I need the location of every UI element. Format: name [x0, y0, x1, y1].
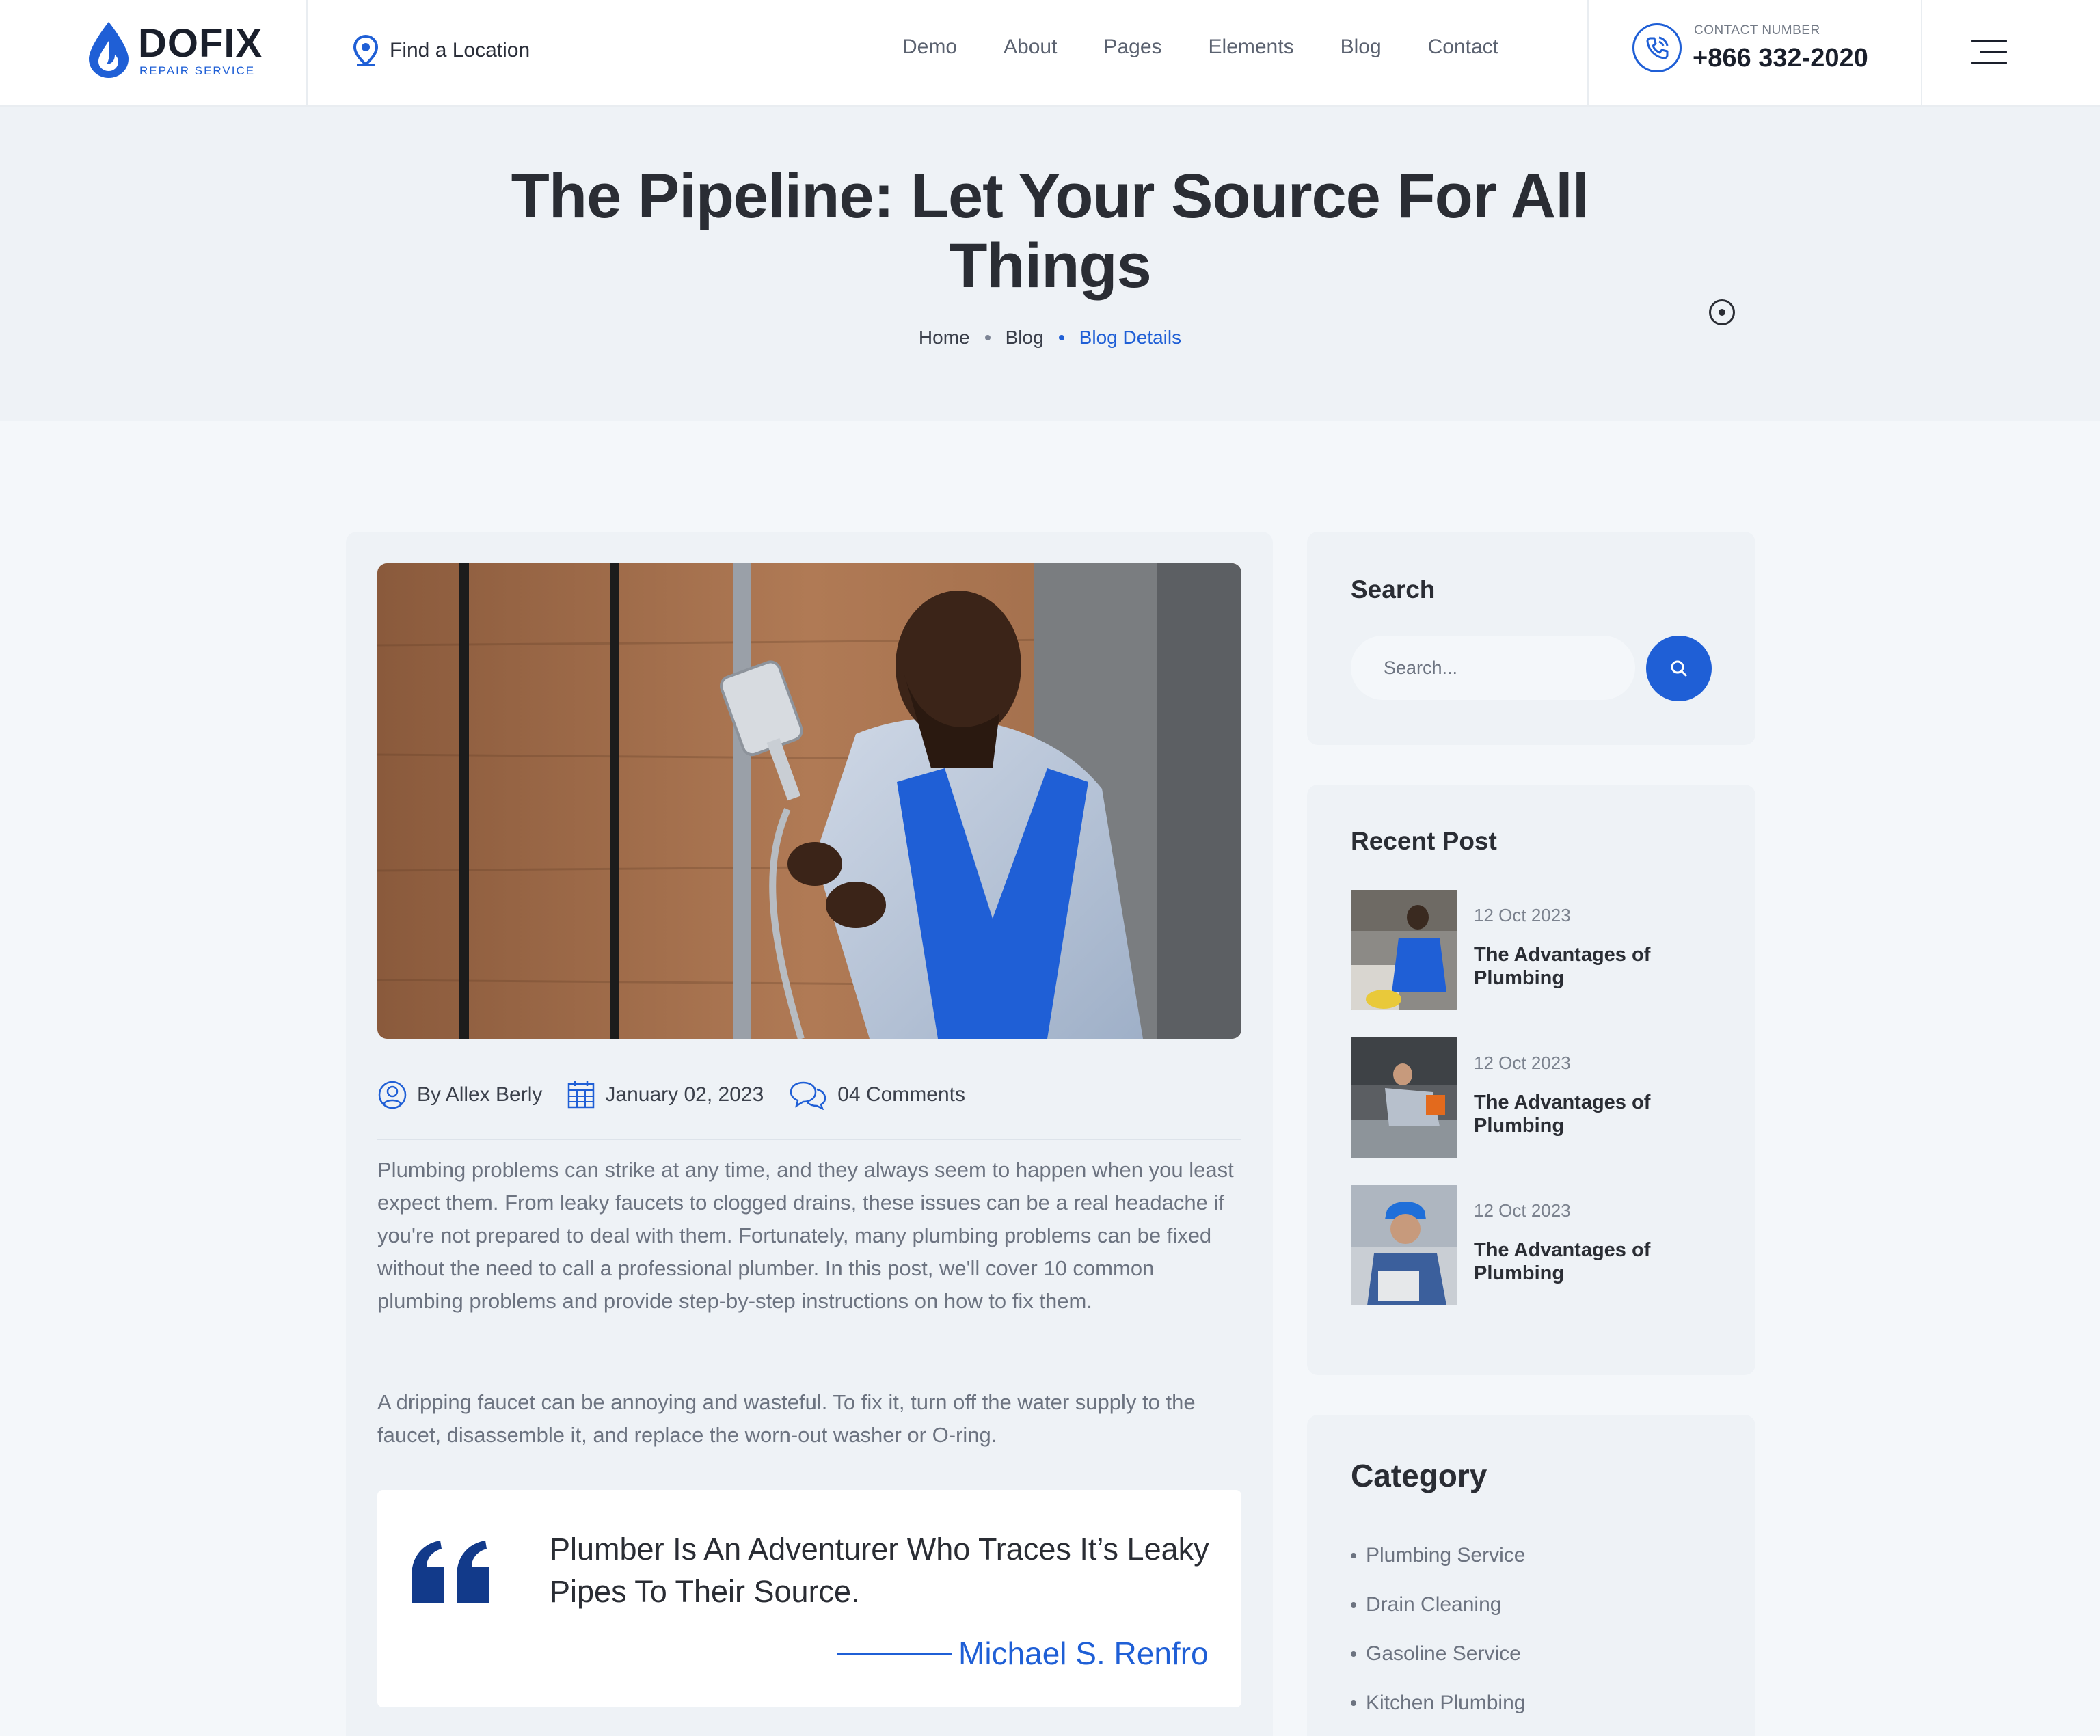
recent-post-date: 12 Oct 2023 [1474, 1200, 1571, 1221]
breadcrumb-separator [984, 335, 991, 340]
nav-about[interactable]: About [1004, 36, 1057, 59]
search-icon [1671, 660, 1687, 677]
category-list: Plumbing Service Drain Cleaning Gasoline… [1351, 1531, 1525, 1728]
breadcrumb-home[interactable]: Home [919, 327, 970, 349]
author-name: By Allex Berly [417, 1083, 543, 1106]
nav-elements[interactable]: Elements [1209, 36, 1294, 59]
blockquote: Plumber Is An Adventurer Who Traces It’s… [377, 1490, 1241, 1707]
category-item[interactable]: Kitchen Plumbing [1351, 1679, 1525, 1728]
bullet-icon [1351, 1700, 1356, 1706]
recent-post-thumbnail[interactable] [1351, 1185, 1457, 1305]
bullet-icon [1351, 1553, 1356, 1558]
nav-blog[interactable]: Blog [1341, 36, 1382, 59]
widget-title: Recent Post [1351, 827, 1497, 855]
calendar-icon [568, 1081, 595, 1109]
breadcrumb: Home Blog Blog Details [0, 327, 2100, 349]
article-comments[interactable]: 04 Comments [788, 1080, 965, 1110]
category-widget: Category Plumbing Service Drain Cleaning… [1307, 1415, 1755, 1736]
recent-post-item[interactable]: 12 Oct 2023 The Advantages of Plumbing [1351, 1185, 1734, 1305]
search-button[interactable] [1646, 636, 1712, 701]
breadcrumb-separator [1058, 335, 1064, 340]
blog-article: By Allex Berly January 02, 2023 04 Comme… [346, 532, 1273, 1736]
recent-post-thumbnail[interactable] [1351, 890, 1457, 1010]
nav-pages[interactable]: Pages [1103, 36, 1161, 59]
search-widget: Search [1307, 532, 1755, 745]
quote-author: Michael S. Renfro [958, 1636, 1209, 1671]
find-location-label: Find a Location [390, 39, 530, 62]
quote-mark-icon [412, 1541, 489, 1603]
phone-icon [1632, 23, 1682, 72]
brand-tagline: REPAIR SERVICE [139, 64, 256, 77]
target-circle-icon [1709, 299, 1735, 325]
site-header: DOFIX REPAIR SERVICE Find a Location Dem… [0, 0, 2100, 107]
map-pin-icon [353, 34, 379, 66]
quote-text: Plumber Is An Adventurer Who Traces It’s… [550, 1532, 1209, 1609]
date-text: January 02, 2023 [605, 1083, 764, 1106]
recent-post-date: 12 Oct 2023 [1474, 1053, 1571, 1073]
category-item[interactable]: Gasoline Service [1351, 1629, 1525, 1679]
chat-bubbles-icon [790, 1081, 826, 1110]
article-featured-image [377, 563, 1241, 1039]
recent-post-date: 12 Oct 2023 [1474, 905, 1571, 925]
widget-title: Search [1351, 575, 1436, 603]
water-drop-logo-icon [89, 22, 129, 78]
comments-count: 04 Comments [837, 1083, 965, 1106]
bullet-icon [1351, 1651, 1356, 1657]
breadcrumb-current: Blog Details [1079, 327, 1182, 348]
article-paragraph: A dripping faucet can be annoying and wa… [377, 1390, 1196, 1447]
contact-block[interactable]: CONTACT NUMBER +866 332-2020 [1587, 0, 1922, 105]
meta-divider [377, 1139, 1241, 1140]
find-location-link[interactable]: Find a Location [351, 34, 530, 67]
recent-post-title[interactable]: The Advantages of Plumbing [1474, 943, 1720, 990]
article-date: January 02, 2023 [567, 1080, 764, 1110]
recent-post-item[interactable]: 12 Oct 2023 The Advantages of Plumbing [1351, 890, 1734, 1010]
recent-post-thumbnail[interactable] [1351, 1037, 1457, 1158]
recent-post-title[interactable]: The Advantages of Plumbing [1474, 1091, 1720, 1137]
recent-post-widget: Recent Post 12 Oct 2023 The Advantages o… [1307, 785, 1755, 1375]
category-item[interactable]: Drain Cleaning [1351, 1580, 1525, 1629]
article-author[interactable]: By Allex Berly [377, 1080, 542, 1110]
recent-post-item[interactable]: 12 Oct 2023 The Advantages of Plumbing [1351, 1037, 1734, 1158]
article-paragraph: Plumbing problems can strike at any time… [377, 1158, 1234, 1313]
hamburger-menu-icon[interactable] [1971, 38, 2007, 66]
brand-name: DOFIX [138, 21, 263, 66]
widget-title: Category [1351, 1458, 1488, 1493]
bullet-icon [1351, 1602, 1356, 1608]
main-nav: Demo About Pages Elements Blog Contact [902, 36, 1498, 59]
page-title: The Pipeline: Let Your Source For All Th… [511, 161, 1590, 301]
contact-label: CONTACT NUMBER [1694, 23, 1820, 38]
search-input[interactable] [1351, 636, 1635, 700]
article-meta: By Allex Berly January 02, 2023 04 Comme… [377, 1080, 965, 1110]
contact-number: +866 332-2020 [1693, 44, 1868, 72]
nav-demo[interactable]: Demo [902, 36, 957, 59]
breadcrumb-blog[interactable]: Blog [1006, 327, 1044, 349]
quote-author-line [837, 1653, 952, 1655]
page-hero: The Pipeline: Let Your Source For All Th… [0, 107, 2100, 421]
nav-contact[interactable]: Contact [1428, 36, 1498, 59]
user-icon [378, 1081, 407, 1109]
recent-post-title[interactable]: The Advantages of Plumbing [1474, 1238, 1720, 1285]
logo[interactable]: DOFIX REPAIR SERVICE [0, 0, 308, 105]
category-item[interactable]: Plumbing Service [1351, 1531, 1525, 1580]
